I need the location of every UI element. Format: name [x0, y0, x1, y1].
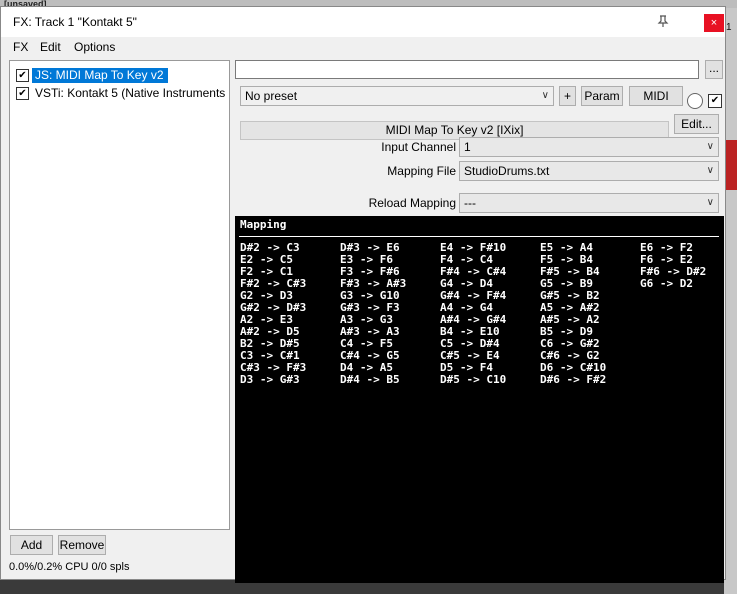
enable-checkbox[interactable]: ✔: [16, 87, 29, 100]
mapping-column: D#2 -> C3 E2 -> C5 F2 -> C1 F#2 -> C#3 G2 ->…: [240, 242, 306, 386]
add-button[interactable]: Add: [10, 535, 53, 555]
fx-chain-item[interactable]: ✔ JS: MIDI Map To Key v2: [16, 67, 228, 84]
mapping-display: Mapping D#2 -> C3 E2 -> C5 F2 -> C1 F#2 -> …: [235, 216, 724, 583]
title-bar[interactable]: FX: Track 1 "Kontakt 5" ×: [1, 7, 725, 37]
menu-bar: FX Edit Options: [1, 37, 725, 57]
preset-name-input[interactable]: [235, 60, 699, 79]
preset-menu-button[interactable]: ...: [705, 60, 723, 79]
mapping-column: E5 -> A4 F5 -> B4 F#5 -> B4 G5 -> B9 G#5 -> …: [540, 242, 606, 386]
midi-button[interactable]: MIDI: [629, 86, 683, 106]
mapping-file-value: StudioDrums.txt: [464, 164, 550, 178]
menu-fx[interactable]: FX: [13, 40, 28, 54]
cpu-status: 0.0%/0.2% CPU 0/0 spls: [9, 561, 130, 573]
param-label-input-channel: Input Channel: [381, 140, 456, 154]
preset-select-value: No preset: [245, 89, 298, 103]
mapping-column: E4 -> F#10 F4 -> C4 F#4 -> C#4 G4 -> D4 G#4 …: [440, 242, 506, 386]
mapping-entry: D#4 -> B5: [340, 373, 400, 386]
mapping-column: E6 -> F2 F6 -> E2 F#6 -> D#2 G6 -> D2: [640, 242, 706, 290]
window-title: FX: Track 1 "Kontakt 5": [13, 15, 137, 29]
bypass-checkbox[interactable]: ✔: [708, 94, 722, 108]
param-label-mapping-file: Mapping File: [387, 164, 456, 178]
mapping-entry: G6 -> D2: [640, 277, 693, 290]
fx-chain-list[interactable]: ✔ JS: MIDI Map To Key v2 ✔ VSTi: Kontakt…: [9, 60, 230, 530]
mapping-title: Mapping: [240, 218, 287, 231]
background-digit: 1: [726, 22, 732, 33]
menu-options[interactable]: Options: [74, 40, 115, 54]
chevron-down-icon: ∨: [706, 165, 714, 176]
fx-window: FX: Track 1 "Kontakt 5" × FX Edit Option…: [0, 6, 726, 583]
chevron-down-icon: ∨: [706, 141, 714, 152]
enable-checkbox[interactable]: ✔: [16, 69, 29, 82]
mapping-divider: [239, 236, 719, 237]
add-preset-button[interactable]: +: [559, 86, 576, 106]
reload-mapping-select[interactable]: --- ∨: [459, 193, 719, 213]
chevron-down-icon: ∨: [706, 197, 714, 208]
edit-button[interactable]: Edit...: [674, 114, 719, 134]
mapping-entry: D#5 -> C10: [440, 373, 507, 386]
wet-knob[interactable]: [687, 93, 703, 109]
close-button[interactable]: ×: [704, 14, 724, 32]
fx-chain-item-label: JS: MIDI Map To Key v2: [31, 67, 169, 84]
mapping-entry: D3 -> G#3: [240, 373, 300, 386]
menu-edit[interactable]: Edit: [40, 40, 61, 54]
mapping-column: D#3 -> E6 E3 -> F6 F3 -> F#6 F#3 -> A#3 G3 -…: [340, 242, 406, 386]
param-button[interactable]: Param: [581, 86, 623, 106]
fx-chain-item[interactable]: ✔ VSTi: Kontakt 5 (Native Instruments G.…: [16, 86, 228, 102]
pin-icon[interactable]: [655, 14, 671, 28]
remove-button[interactable]: Remove: [58, 535, 106, 555]
mapping-file-select[interactable]: StudioDrums.txt ∨: [459, 161, 719, 181]
input-channel-select[interactable]: 1 ∨: [459, 137, 719, 157]
reload-mapping-value: ---: [464, 196, 476, 210]
fx-chain-item-label: VSTi: Kontakt 5 (Native Instruments G...: [35, 86, 228, 100]
mapping-entry: D#6 -> F#2: [540, 373, 607, 386]
preset-select[interactable]: No preset ∨: [240, 86, 554, 106]
chevron-down-icon: ∨: [541, 90, 549, 101]
param-label-reload-mapping: Reload Mapping: [368, 196, 456, 210]
input-channel-value: 1: [464, 140, 471, 154]
